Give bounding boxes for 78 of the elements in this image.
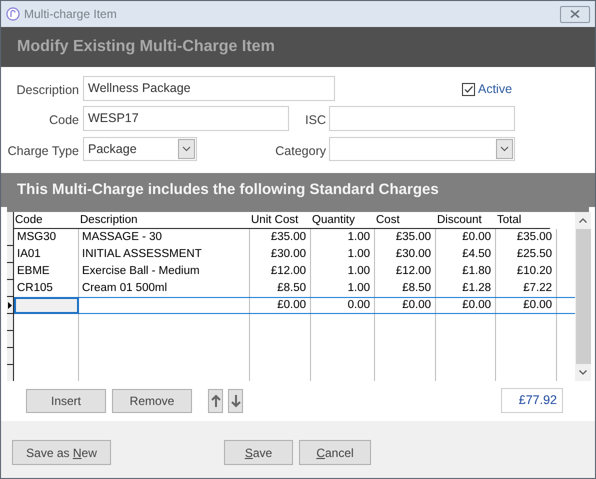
field-label: Charge Type xyxy=(8,143,79,160)
table-cell-text: £0.00 xyxy=(461,230,491,245)
table-cell-text: £4.50 xyxy=(461,247,491,262)
total-field: £77.92 xyxy=(501,388,563,413)
table-cell-text: £0.00 xyxy=(401,298,431,313)
column-header[interactable]: Discount xyxy=(437,214,482,227)
column-header[interactable]: Quantity xyxy=(312,214,355,227)
active-checkbox[interactable] xyxy=(462,82,475,96)
table-cell-text: 1.00 xyxy=(346,264,370,279)
footer-button[interactable]: Save as New xyxy=(12,440,111,465)
checkbox-label: Active xyxy=(478,81,512,98)
column-header[interactable]: Description xyxy=(80,214,138,227)
table-cell-text: £30.00 xyxy=(270,247,306,262)
close-icon xyxy=(570,10,580,18)
table-row[interactable]: IA01 INITIAL ASSESSMENT £30.00 1.00 £30.00 £4.50 £25.50 xyxy=(14,246,576,263)
table-cell-text: £35.00 xyxy=(394,230,431,245)
move-up-button[interactable] xyxy=(208,389,223,413)
table-cell-text: £12.00 xyxy=(394,264,431,279)
arrow-down-icon xyxy=(230,394,240,408)
field-label: Category xyxy=(275,143,326,160)
table-cell-text: Cream 01 500ml xyxy=(82,281,168,296)
grid-button[interactable]: Remove xyxy=(112,389,192,413)
window-title: Multi-charge Item xyxy=(24,6,117,23)
table-row[interactable]: CR105 Cream 01 500ml £8.50 1.00 £8.50 £1.28 £7.22 xyxy=(14,280,576,297)
scrollbar-thumb[interactable] xyxy=(576,229,591,364)
table-cell-text: £12.00 xyxy=(270,264,306,279)
code-field[interactable]: WESP17 xyxy=(83,106,289,131)
table-cell-text: Exercise Ball - Medium xyxy=(82,264,200,279)
field-label: ISC xyxy=(305,112,326,129)
table-cell-text: MASSAGE - 30 xyxy=(82,230,162,245)
table-cell-text: £35.00 xyxy=(516,230,552,245)
column-header[interactable]: Code xyxy=(15,214,42,227)
field-label: Description xyxy=(16,82,79,99)
app-logo-icon xyxy=(6,7,20,21)
close-button[interactable] xyxy=(560,6,590,22)
table-cell-text: EBME xyxy=(17,264,50,279)
table-cell-text: £0.00 xyxy=(522,298,552,313)
column-header[interactable]: Cost xyxy=(376,214,400,227)
table-row[interactable]: EBME Exercise Ball - Medium £12.00 1.00 £12.00 £1.80 £10.20 xyxy=(14,263,576,280)
table-cell-text: 1.00 xyxy=(346,247,370,262)
footer-button[interactable]: Save xyxy=(224,440,293,465)
field-label: Code xyxy=(49,112,79,129)
section-title: This Multi-Charge includes the following Standard Charges xyxy=(17,180,439,200)
scrollbar[interactable] xyxy=(575,212,591,381)
table-cell-text: £8.50 xyxy=(401,281,431,296)
charge-type-dropdown[interactable]: Package xyxy=(83,137,197,161)
table-cell-text: 0.00 xyxy=(346,298,370,313)
table-cell-text: £7.22 xyxy=(522,281,552,296)
grid-button[interactable]: Insert xyxy=(26,389,106,413)
column-header[interactable]: Unit Cost xyxy=(251,214,298,227)
table-cell-text: £1.80 xyxy=(461,264,491,279)
table-cell-text: £0.00 xyxy=(461,298,491,313)
table-cell-text: CR105 xyxy=(17,281,53,296)
arrow-up-icon xyxy=(210,394,220,408)
table-cell-text: £8.50 xyxy=(276,281,306,296)
table-row[interactable]: MSG30 MASSAGE - 30 £35.00 1.00 £35.00 £0.00 £35.00 xyxy=(14,229,576,246)
footer-button[interactable]: Cancel xyxy=(299,440,371,465)
table-cell-text: 1.00 xyxy=(346,230,370,245)
table-cell-text: £1.28 xyxy=(461,281,491,296)
table-row[interactable]: £0.00 0.00 £0.00 £0.00 £0.00 xyxy=(14,297,576,314)
table-cell[interactable] xyxy=(14,297,79,314)
move-down-button[interactable] xyxy=(228,389,243,413)
table-cell-text: INITIAL ASSESSMENT xyxy=(82,247,202,262)
description-field[interactable]: Wellness Package xyxy=(83,76,335,101)
column-header[interactable]: Total xyxy=(497,214,522,227)
table-cell-text: £30.00 xyxy=(394,247,431,262)
isc-field[interactable] xyxy=(329,106,515,131)
table-cell-text: £10.20 xyxy=(516,264,552,279)
scroll-up-icon[interactable] xyxy=(579,218,588,223)
table-cell-text: MSG30 xyxy=(17,230,56,245)
scroll-down-icon[interactable] xyxy=(579,370,588,375)
table-cell-text: £25.50 xyxy=(516,247,552,262)
table-cell-text: 1.00 xyxy=(346,281,370,296)
table-cell-text: IA01 xyxy=(17,247,41,262)
header-title: Modify Existing Multi-Charge Item xyxy=(17,37,275,57)
table-cell-text: £35.00 xyxy=(270,230,306,245)
current-row-icon xyxy=(8,302,12,309)
table-cell-text: £0.00 xyxy=(276,298,306,313)
